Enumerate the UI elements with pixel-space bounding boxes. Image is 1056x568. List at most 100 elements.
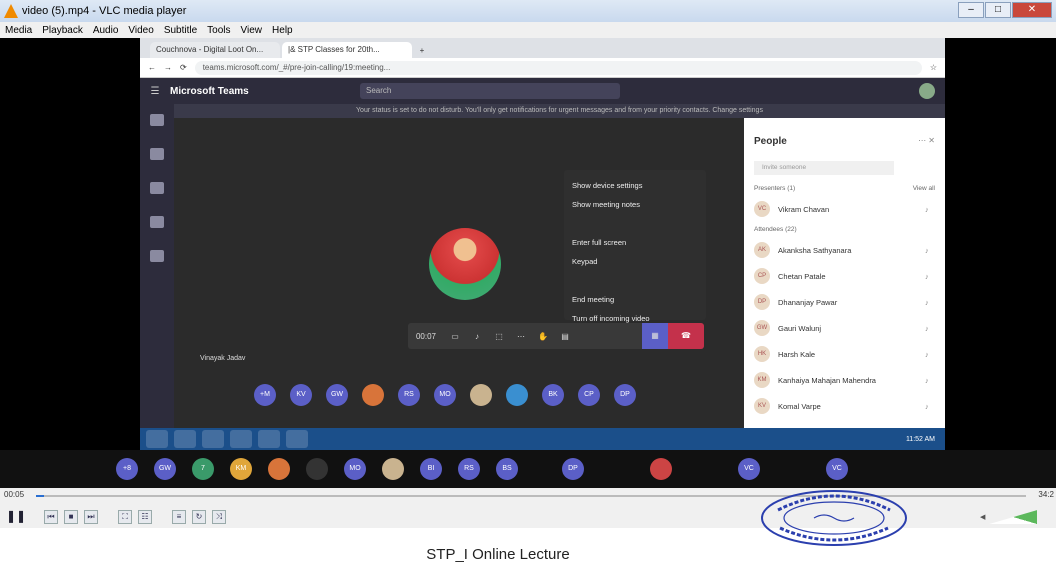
raise-hand-icon[interactable]: ✋ — [532, 332, 554, 341]
volume-control[interactable]: ◀ — [980, 508, 1050, 526]
participant-row[interactable]: KV Komal Varpe ♪ — [744, 393, 945, 419]
close-panel-icon[interactable]: ⋯ ✕ — [918, 136, 935, 147]
playlist-icon[interactable]: ≡ — [172, 510, 186, 524]
forward-icon[interactable]: → — [164, 63, 172, 72]
attendee-avatar: MO — [434, 384, 456, 406]
minimize-button[interactable]: – — [958, 2, 984, 18]
invite-input[interactable]: Invite someone — [754, 161, 894, 175]
menu-item-meeting-notes[interactable]: Show meeting notes — [572, 195, 698, 214]
menu-subtitle[interactable]: Subtitle — [159, 25, 202, 36]
participant-row[interactable]: HK Harsh Kale ♪ — [744, 341, 945, 367]
participant-row[interactable]: DP Dhananjay Pawar ♪ — [744, 289, 945, 315]
vlc-window-title: video (5).mp4 - VLC media player — [22, 5, 187, 17]
files-icon[interactable] — [150, 250, 164, 262]
menu-help[interactable]: Help — [267, 25, 298, 36]
firefox-icon[interactable] — [202, 430, 224, 448]
menu-item-end-meeting[interactable]: End meeting — [572, 290, 698, 309]
menu-view[interactable]: View — [236, 25, 268, 36]
participant-name: Akanksha Sathyanara — [778, 245, 852, 255]
browser-tab[interactable]: Couchnova - Digital Loot On... — [150, 42, 280, 58]
app-launcher-icon[interactable]: ☰ — [140, 86, 170, 97]
avatar[interactable] — [919, 83, 935, 99]
browser-tab-active[interactable]: |& STP Classes for 20th... — [282, 42, 412, 58]
view-all-link[interactable]: View all — [913, 185, 935, 192]
people-header: People ⋯ ✕ — [744, 118, 945, 155]
chat-toggle-icon[interactable]: ▤ — [554, 332, 576, 341]
call-timer: 00:07 — [415, 331, 437, 341]
participant-name: Vikram Chavan — [778, 204, 830, 214]
attendee-avatar — [470, 384, 492, 406]
participant-row[interactable]: AK Akanksha Sathyanara ♪ — [744, 237, 945, 263]
menu-item-full-screen[interactable]: Enter full screen — [572, 233, 698, 252]
fullscreen-icon[interactable]: ⛶ — [118, 510, 132, 524]
attendee-avatar-row: +M KV GW RS MO BK CP DP — [254, 384, 636, 406]
chrome-icon[interactable] — [174, 430, 196, 448]
teams-app-rail — [140, 104, 174, 450]
attendee-avatar: RS — [398, 384, 420, 406]
more-icon[interactable]: ⋯ — [510, 332, 532, 341]
menu-media[interactable]: Media — [0, 25, 37, 36]
menu-audio[interactable]: Audio — [88, 25, 124, 36]
loop-icon[interactable]: ↻ — [192, 510, 206, 524]
stop-icon[interactable]: ■ — [64, 510, 78, 524]
participant-avatar: DP — [754, 294, 770, 310]
menu-playback[interactable]: Playback — [37, 25, 88, 36]
strip-avatar — [382, 458, 404, 480]
share-screen-icon[interactable]: ⬚ — [488, 332, 510, 341]
participants-icon[interactable]: ▦ — [642, 323, 668, 349]
menu-item-keypad[interactable]: Keypad — [572, 252, 698, 271]
participant-strip: +8 GW 7 KM MO BI RS BS DP VC VC — [0, 450, 1056, 488]
participant-avatar: VC — [754, 201, 770, 217]
status-banner: Your status is set to do not disturb. Yo… — [174, 104, 945, 118]
calendar-icon[interactable] — [150, 216, 164, 228]
participant-avatar: CP — [754, 268, 770, 284]
hang-up-button[interactable]: ☎ — [668, 323, 704, 349]
media-icon[interactable] — [230, 430, 252, 448]
chat-icon[interactable] — [150, 148, 164, 160]
speaker-icon[interactable]: ◀ — [980, 513, 985, 521]
menu-tools[interactable]: Tools — [202, 25, 235, 36]
browser-window: Couchnova - Digital Loot On... |& STP Cl… — [140, 38, 945, 450]
slide-caption: STP_I Online Lecture — [0, 546, 1056, 563]
teams-icon[interactable] — [150, 182, 164, 194]
next-icon[interactable]: ⏭ — [84, 510, 98, 524]
participant-row[interactable]: VC Vikram Chavan ♪ — [744, 196, 945, 222]
strip-avatar — [268, 458, 290, 480]
extended-settings-icon[interactable]: ☷ — [138, 510, 152, 524]
participant-name: Chetan Patale — [778, 271, 826, 281]
start-icon[interactable] — [146, 430, 168, 448]
volume-slider[interactable] — [989, 510, 1038, 524]
menu-video[interactable]: Video — [123, 25, 158, 36]
menu-item-device-settings[interactable]: Show device settings — [572, 176, 698, 195]
star-icon[interactable]: ☆ — [930, 63, 937, 72]
close-button[interactable]: ✕ — [1012, 2, 1052, 18]
institute-seal-stamp — [761, 490, 907, 546]
activity-icon[interactable] — [150, 114, 164, 126]
address-bar[interactable]: teams.microsoft.com/_#/pre-join-calling/… — [194, 60, 922, 75]
teams-search-input[interactable]: Search — [360, 83, 620, 99]
folder-icon[interactable] — [286, 430, 308, 448]
strip-avatar — [306, 458, 328, 480]
camera-icon[interactable]: ▭ — [444, 332, 466, 341]
participant-row[interactable]: KM Kanhaiya Mahajan Mahendra ♪ — [744, 367, 945, 393]
pdf-icon[interactable] — [258, 430, 280, 448]
previous-icon[interactable]: ⏮ — [44, 510, 58, 524]
participant-avatar: HK — [754, 346, 770, 362]
maximize-button[interactable]: □ — [985, 2, 1011, 18]
new-tab-button[interactable]: + — [414, 46, 430, 58]
elapsed-time: 00:05 — [4, 490, 25, 499]
strip-avatar: BI — [420, 458, 442, 480]
mic-icon[interactable]: ♪ — [466, 332, 488, 341]
shuffle-icon[interactable]: ⤨ — [212, 510, 226, 524]
mic-icon: ♪ — [925, 323, 929, 333]
participant-row[interactable]: GW Gauri Walunj ♪ — [744, 315, 945, 341]
strip-avatar: VC — [826, 458, 848, 480]
strip-avatar: KM — [230, 458, 252, 480]
participant-row[interactable]: CP Chetan Patale ♪ — [744, 263, 945, 289]
back-icon[interactable]: ← — [148, 63, 156, 72]
pause-icon[interactable]: ❚❚ — [6, 510, 26, 526]
presenter-video-circle — [429, 228, 501, 300]
mic-icon: ♪ — [925, 401, 929, 411]
reload-icon[interactable]: ⟳ — [180, 63, 187, 72]
attendee-avatar: BK — [542, 384, 564, 406]
